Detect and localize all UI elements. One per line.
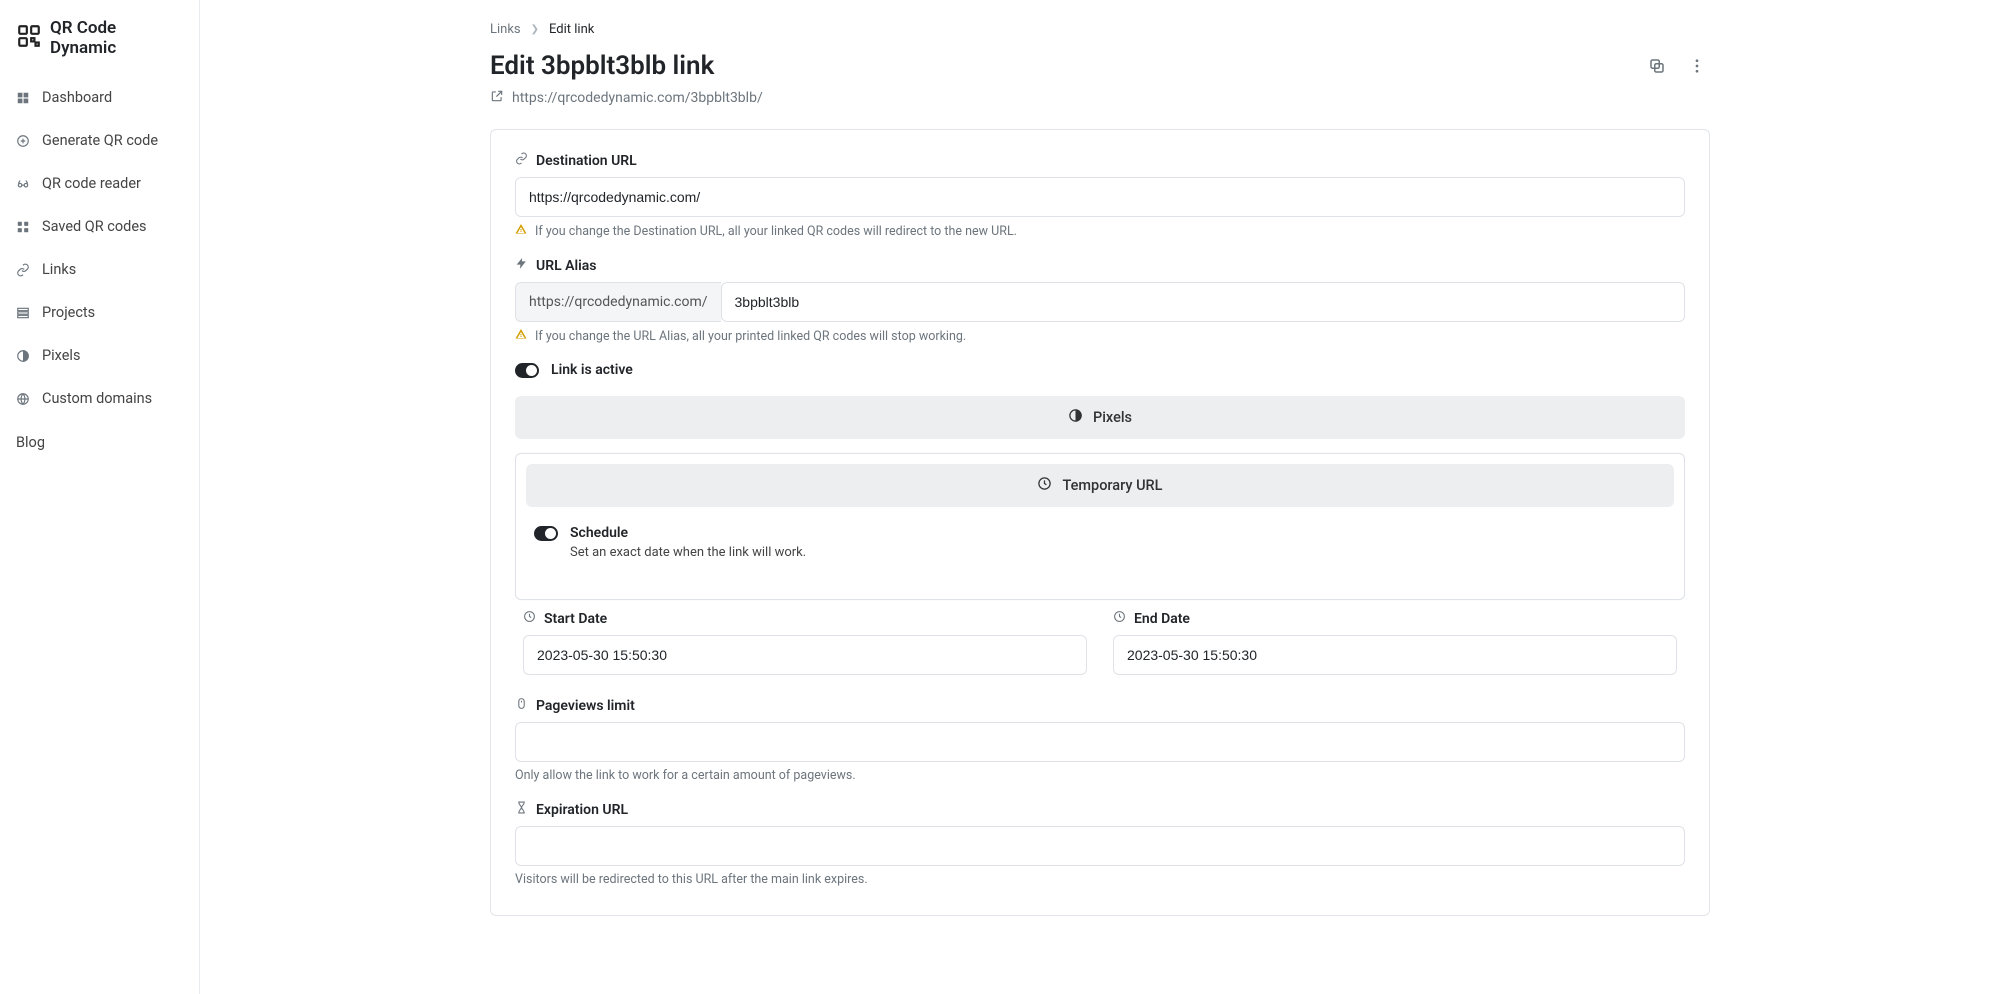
breadcrumb-current: Edit link: [549, 22, 594, 37]
copy-button[interactable]: [1644, 53, 1670, 79]
expiration-url-field: Expiration URL Visitors will be redirect…: [515, 801, 1685, 887]
more-menu-button[interactable]: [1684, 53, 1710, 79]
start-date-input[interactable]: [523, 635, 1087, 675]
clock-icon: [1037, 476, 1052, 495]
sidebar-blog-link[interactable]: Blog: [0, 420, 199, 465]
plus-circle-icon: [16, 134, 30, 148]
sidebar-item-saved[interactable]: Saved QR codes: [0, 205, 199, 248]
url-alias-warning: If you change the URL Alias, all your pr…: [535, 329, 966, 344]
pageviews-limit-label: Pageviews limit: [536, 698, 635, 714]
destination-url-warning: If you change the Destination URL, all y…: [535, 224, 1017, 239]
expiration-url-label: Expiration URL: [536, 802, 628, 818]
sidebar-item-label: Projects: [42, 304, 95, 321]
page-title: Edit 3bpblt3blb link: [490, 51, 714, 81]
clock-icon: [523, 610, 536, 627]
sidebar-item-label: Custom domains: [42, 390, 152, 407]
url-alias-input[interactable]: [721, 282, 1685, 322]
sidebar-item-generate[interactable]: Generate QR code: [0, 119, 199, 162]
schedule-label: Schedule: [570, 525, 628, 541]
sidebar-item-reader[interactable]: QR code reader: [0, 162, 199, 205]
link-active-toggle[interactable]: [515, 363, 539, 378]
main-content: Links ❯ Edit link Edit 3bpblt3blb link: [200, 0, 2000, 956]
schedule-description: Set an exact date when the link will wor…: [570, 545, 1666, 560]
bolt-icon: [515, 257, 528, 274]
sidebar-item-label: Dashboard: [42, 89, 112, 106]
destination-url-label: Destination URL: [536, 153, 637, 169]
hourglass-icon: [515, 801, 528, 818]
more-vertical-icon: [1688, 57, 1706, 75]
start-date-label: Start Date: [544, 611, 607, 627]
qr-logo-icon: [16, 23, 42, 54]
sidebar-item-dashboard[interactable]: Dashboard: [0, 76, 199, 119]
sidebar-item-label: Pixels: [42, 347, 80, 364]
apps-icon: [16, 220, 30, 234]
sidebar-item-domains[interactable]: Custom domains: [0, 377, 199, 420]
sidebar-item-label: Generate QR code: [42, 132, 158, 149]
temporary-url-section-button[interactable]: Temporary URL: [526, 464, 1674, 507]
pixels-section-button[interactable]: Pixels: [515, 396, 1685, 439]
projects-icon: [16, 306, 30, 320]
destination-url-input[interactable]: [515, 177, 1685, 217]
start-date-field: Start Date: [523, 610, 1087, 675]
pixels-section-label: Pixels: [1093, 409, 1132, 426]
sidebar: QR Code Dynamic Dashboard Generate QR co…: [0, 0, 200, 994]
temporary-url-panel: Temporary URL Schedule Set an exact date…: [515, 453, 1685, 600]
url-alias-field: URL Alias https://qrcodedynamic.com/ If …: [515, 257, 1685, 344]
end-date-label: End Date: [1134, 611, 1190, 627]
globe-icon: [16, 392, 30, 406]
clock-icon: [1113, 610, 1126, 627]
half-circle-icon: [16, 349, 30, 363]
sidebar-item-projects[interactable]: Projects: [0, 291, 199, 334]
pageviews-limit-helper: Only allow the link to work for a certai…: [515, 768, 1685, 783]
brand-name: QR Code Dynamic: [50, 18, 183, 58]
url-alias-prefix: https://qrcodedynamic.com/: [515, 282, 721, 322]
link-icon: [515, 152, 528, 169]
link-icon: [16, 263, 30, 277]
pageviews-limit-field: Pageviews limit Only allow the link to w…: [515, 697, 1685, 783]
external-link-icon: [490, 89, 504, 107]
schedule-toggle[interactable]: [534, 526, 558, 541]
temporary-url-label: Temporary URL: [1062, 477, 1162, 494]
breadcrumb-links[interactable]: Links: [490, 22, 521, 37]
pageviews-limit-input[interactable]: [515, 722, 1685, 762]
expiration-url-helper: Visitors will be redirected to this URL …: [515, 872, 1685, 887]
destination-url-field: Destination URL If you change the Destin…: [515, 152, 1685, 239]
warning-icon: [515, 223, 527, 239]
edit-link-card: Destination URL If you change the Destin…: [490, 129, 1710, 916]
breadcrumb: Links ❯ Edit link: [490, 22, 1710, 37]
sidebar-nav: Dashboard Generate QR code QR code reade…: [0, 76, 199, 420]
sidebar-item-pixels[interactable]: Pixels: [0, 334, 199, 377]
link-active-label: Link is active: [551, 362, 633, 378]
warning-icon: [515, 328, 527, 344]
sidebar-item-label: Saved QR codes: [42, 218, 147, 235]
grid-icon: [16, 91, 30, 105]
expiration-url-input[interactable]: [515, 826, 1685, 866]
url-alias-label: URL Alias: [536, 258, 596, 274]
sidebar-item-label: QR code reader: [42, 175, 141, 192]
end-date-input[interactable]: [1113, 635, 1677, 675]
sidebar-item-label: Links: [42, 261, 76, 278]
mouse-icon: [515, 697, 528, 714]
half-circle-icon: [1068, 408, 1083, 427]
brand-logo[interactable]: QR Code Dynamic: [0, 10, 199, 76]
sidebar-item-links[interactable]: Links: [0, 248, 199, 291]
end-date-field: End Date: [1113, 610, 1677, 675]
copy-icon: [1648, 57, 1666, 75]
glasses-icon: [16, 177, 30, 191]
chevron-right-icon: ❯: [531, 24, 539, 35]
short-url-link[interactable]: https://qrcodedynamic.com/3bpblt3blb/: [512, 90, 763, 106]
